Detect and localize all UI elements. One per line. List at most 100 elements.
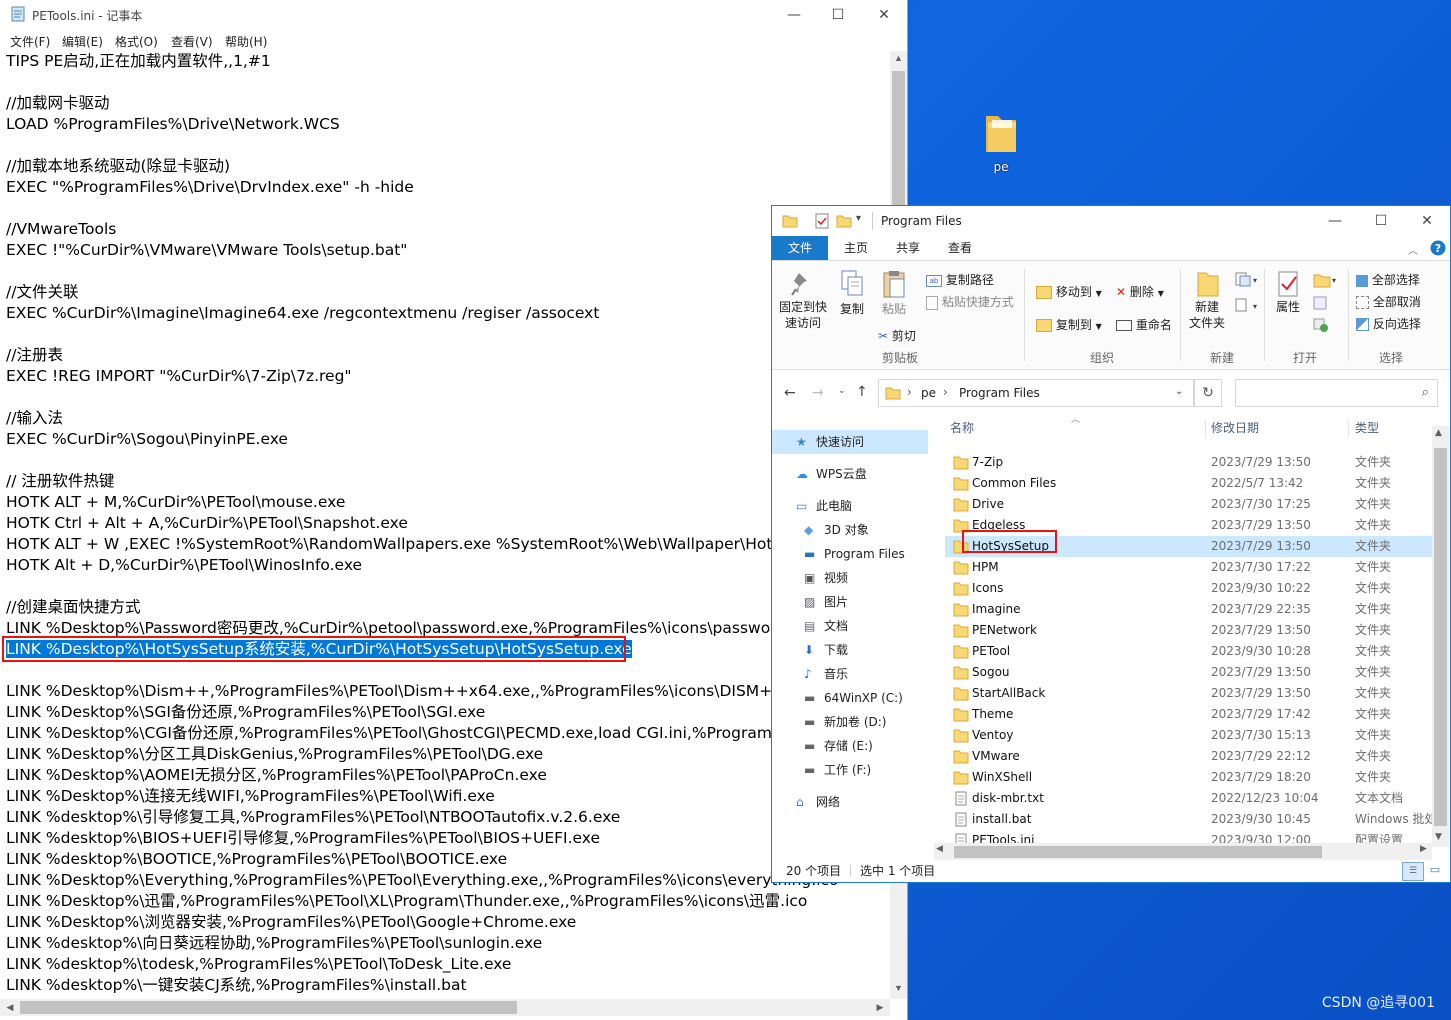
column-name[interactable]: 名称: [950, 412, 974, 444]
open-icon[interactable]: ▾: [1312, 271, 1338, 289]
new-folder-quick-icon[interactable]: [836, 213, 852, 229]
column-date[interactable]: 修改日期: [1211, 412, 1259, 444]
copy-button[interactable]: 复制: [834, 269, 870, 317]
pin-quick-access-button[interactable]: 固定到快 速访问: [778, 269, 828, 331]
recent-locations-icon[interactable]: ⌄: [838, 386, 846, 396]
up-arrow-icon[interactable]: ↑: [856, 384, 868, 400]
move-to-button[interactable]: 移动到 ▼: [1036, 283, 1102, 300]
nav-item[interactable]: ▭ 此电脑: [772, 494, 944, 518]
scroll-up-icon[interactable]: ▲: [1435, 428, 1442, 438]
menu-view[interactable]: 查看(V): [171, 33, 213, 50]
file-row[interactable]: Icons 2023/9/30 10:22 文件夹: [945, 578, 1435, 599]
properties-quick-icon[interactable]: [814, 213, 830, 229]
scroll-down-icon[interactable]: ▼: [890, 983, 907, 999]
desktop-folder-pe[interactable]: pe: [976, 108, 1026, 174]
nav-item[interactable]: ▬ Program Files: [772, 542, 944, 566]
scroll-down-icon[interactable]: ▼: [1435, 832, 1442, 842]
edit-icon[interactable]: [1312, 295, 1330, 311]
customize-toolbar-icon[interactable]: ▾: [856, 213, 861, 224]
select-all-button[interactable]: 全部选择: [1356, 271, 1420, 288]
scroll-thumb[interactable]: [1434, 448, 1447, 826]
invert-selection-button[interactable]: 反向选择: [1356, 315, 1421, 332]
explorer-minimize-button[interactable]: —: [1312, 206, 1358, 236]
copy-path-button[interactable]: ab 复制路径: [926, 271, 994, 288]
tab-view[interactable]: 查看: [940, 236, 980, 260]
menu-help[interactable]: 帮助(H): [225, 33, 267, 50]
file-row[interactable]: Drive 2023/7/30 17:25 文件夹: [945, 494, 1435, 515]
search-input[interactable]: ⌕: [1235, 379, 1438, 407]
file-row[interactable]: Common Files 2022/5/7 13:42 文件夹: [945, 473, 1435, 494]
nav-item[interactable]: ♪ 音乐: [772, 662, 944, 686]
column-type[interactable]: 类型: [1355, 412, 1379, 444]
file-row[interactable]: WinXShell 2023/7/29 18:20 文件夹: [945, 767, 1435, 788]
notepad-text-area[interactable]: TIPS PE启动,正在加载内置软件,,1,#1 //加载网卡驱动 LOAD %Pr…: [6, 51, 886, 996]
file-row[interactable]: HPM 2023/7/30 17:22 文件夹: [945, 557, 1435, 578]
nav-item[interactable]: ⌂ 网络: [772, 790, 944, 814]
new-item-icon[interactable]: ▾: [1234, 271, 1258, 289]
file-row[interactable]: Sogou 2023/7/29 13:50 文件夹: [945, 662, 1435, 683]
nav-item[interactable]: ▬ 存储 (E:): [772, 734, 944, 758]
file-row[interactable]: PENetwork 2023/7/29 13:50 文件夹: [945, 620, 1435, 641]
easy-access-icon[interactable]: ▾: [1234, 297, 1258, 315]
file-row[interactable]: Ventoy 2023/7/30 15:13 文件夹: [945, 725, 1435, 746]
tab-home[interactable]: 主页: [836, 236, 876, 260]
copy-to-button[interactable]: 复制到 ▼: [1036, 316, 1102, 333]
file-row[interactable]: 7-Zip 2023/7/29 13:50 文件夹: [945, 452, 1435, 473]
nav-item[interactable]: ▤ 文档: [772, 614, 944, 638]
paste-button[interactable]: 粘贴: [876, 269, 912, 317]
rename-button[interactable]: 重命名: [1116, 316, 1172, 333]
new-folder-button[interactable]: 新建 文件夹: [1184, 269, 1230, 331]
nav-item[interactable]: ◆ 3D 对象: [772, 518, 944, 542]
tab-share[interactable]: 共享: [888, 236, 928, 260]
menu-edit[interactable]: 编辑(E): [62, 33, 103, 50]
file-row[interactable]: StartAllBack 2023/7/29 13:50 文件夹: [945, 683, 1435, 704]
file-row[interactable]: VMware 2023/7/29 22:12 文件夹: [945, 746, 1435, 767]
notepad-close-button[interactable]: ✕: [861, 0, 907, 30]
file-row[interactable]: PETool 2023/9/30 10:28 文件夹: [945, 641, 1435, 662]
notepad-maximize-button[interactable]: ☐: [815, 0, 861, 30]
delete-button[interactable]: ✕ 删除 ▼: [1116, 283, 1164, 300]
explorer-maximize-button[interactable]: ☐: [1358, 206, 1404, 236]
address-bar[interactable]: › pe › Program Files ⌄: [878, 379, 1194, 407]
scroll-left-icon[interactable]: ◀: [2, 999, 18, 1016]
refresh-button[interactable]: ↻: [1194, 379, 1222, 407]
help-icon[interactable]: ?: [1430, 240, 1446, 256]
explorer-close-button[interactable]: ✕: [1404, 206, 1450, 236]
scroll-up-icon[interactable]: ▲: [890, 53, 907, 69]
explorer-vertical-scrollbar[interactable]: ▲ ▼: [1432, 426, 1449, 847]
back-arrow-icon[interactable]: ←: [784, 385, 796, 401]
details-view-icon[interactable]: ☰: [1402, 862, 1424, 881]
breadcrumb-pe[interactable]: pe: [921, 386, 936, 400]
nav-item[interactable]: ⬇ 下载: [772, 638, 944, 662]
paste-shortcut-button[interactable]: 粘贴快捷方式: [926, 293, 1014, 310]
address-dropdown-icon[interactable]: ⌄: [1175, 386, 1183, 397]
notepad-minimize-button[interactable]: —: [771, 0, 817, 30]
scroll-thumb[interactable]: [20, 1001, 517, 1014]
scroll-right-icon[interactable]: ▶: [872, 999, 888, 1016]
nav-item[interactable]: ▬ 64WinXP (C:): [772, 686, 944, 710]
explorer-horizontal-scrollbar[interactable]: ◀ ▶: [934, 843, 1432, 860]
menu-file[interactable]: 文件(F): [10, 33, 50, 50]
breadcrumb-program-files[interactable]: Program Files: [959, 386, 1040, 400]
select-none-button[interactable]: 全部取消: [1356, 293, 1421, 310]
scroll-left-icon[interactable]: ◀: [936, 844, 943, 854]
forward-arrow-icon[interactable]: →: [812, 385, 824, 401]
notepad-horizontal-scrollbar[interactable]: ◀ ▶: [0, 999, 890, 1016]
nav-item[interactable]: ▬ 新加卷 (D:): [772, 710, 944, 734]
nav-item[interactable]: ▬ 工作 (F:): [772, 758, 944, 782]
nav-item[interactable]: ☁ WPS云盘: [772, 462, 944, 486]
cut-button[interactable]: ✂ 剪切: [878, 327, 916, 344]
tab-file[interactable]: 文件: [772, 236, 828, 260]
scroll-thumb[interactable]: [954, 846, 1322, 858]
scroll-right-icon[interactable]: ▶: [1420, 844, 1427, 854]
file-row[interactable]: install.bat 2023/9/30 10:45 Windows 批处理: [945, 809, 1435, 830]
file-row[interactable]: Theme 2023/7/29 17:42 文件夹: [945, 704, 1435, 725]
history-icon[interactable]: [1312, 317, 1330, 333]
menu-format[interactable]: 格式(O): [115, 33, 158, 50]
nav-item[interactable]: ★ 快速访问: [772, 430, 928, 454]
properties-button[interactable]: 属性: [1270, 269, 1306, 315]
nav-item[interactable]: ▣ 视频: [772, 566, 944, 590]
file-row[interactable]: Imagine 2023/7/29 22:35 文件夹: [945, 599, 1435, 620]
large-icons-view-icon[interactable]: ▭: [1426, 862, 1444, 879]
nav-item[interactable]: ▨ 图片: [772, 590, 944, 614]
